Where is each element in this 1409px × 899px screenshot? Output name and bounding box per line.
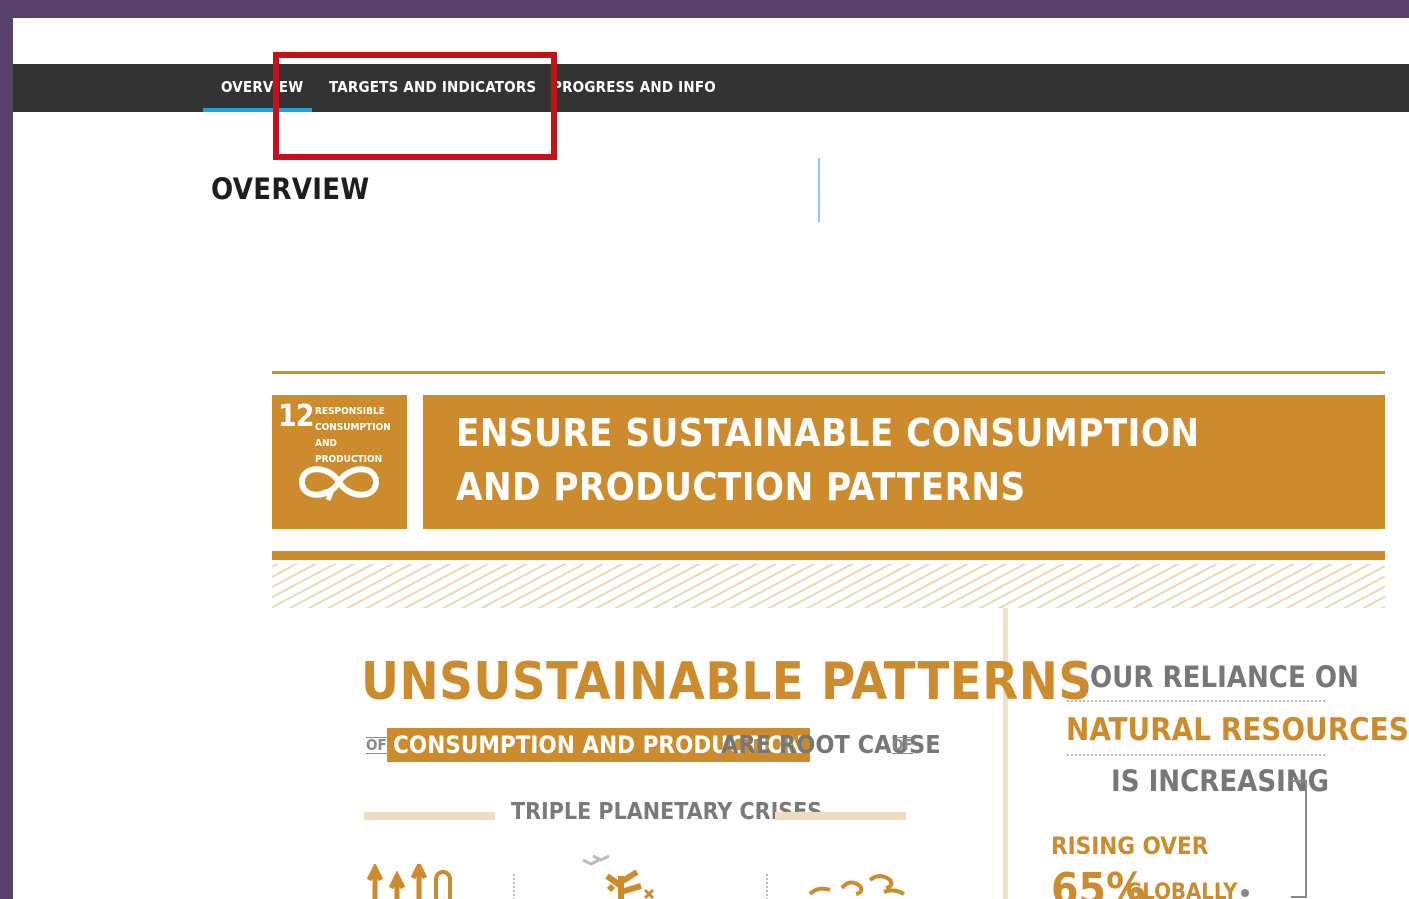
of-label: OF [892, 736, 913, 754]
nav-bar: OVERVIEW TARGETS AND INDICATORS PROGRESS… [13, 64, 1409, 112]
highlight-annotation-box [273, 52, 557, 160]
connector-bracket [1291, 780, 1307, 898]
sdg-name-line: CONSUMPTION [315, 422, 391, 433]
bottom-rule [272, 551, 1385, 560]
sdg-12-tile: 12 RESPONSIBLE CONSUMPTION AND PRODUCTIO… [272, 395, 407, 529]
goal-banner: ENSURE SUSTAINABLE CONSUMPTION AND PRODU… [423, 395, 1385, 529]
sdg-name-line: RESPONSIBLE [315, 406, 385, 417]
dying-tree-birds-icon [582, 854, 655, 899]
crises-bar-left [364, 812, 495, 820]
hatch-pattern [272, 564, 1385, 608]
natural-resources-label: NATURAL RESOURCES [1066, 712, 1409, 748]
infographic-heading: UNSUSTAINABLE PATTERNS [361, 652, 1093, 712]
temperature-rise-icon [367, 864, 452, 899]
vertical-divider [818, 158, 820, 222]
reliance-line1: OUR RELIANCE ON [1090, 660, 1359, 694]
icon-separator [766, 874, 768, 899]
connector-dot [1241, 889, 1249, 897]
globally-label: GLOBALLY [1126, 880, 1238, 899]
top-rule [272, 371, 1385, 374]
pollution-wind-icon [808, 874, 906, 896]
page-title: OVERVIEW [211, 172, 370, 206]
rising-over-label: RISING OVER [1051, 832, 1209, 860]
tab-progress-and-info[interactable]: PROGRESS AND INFO [552, 64, 716, 112]
page-canvas: OVERVIEW TARGETS AND INDICATORS PROGRESS… [13, 18, 1409, 899]
crises-bar-right [775, 812, 906, 820]
icon-separator [513, 874, 515, 899]
dotted-separator [1067, 700, 1325, 702]
infinity-arrow-icon [298, 466, 380, 501]
dotted-separator [1067, 754, 1325, 756]
sdg-number: 12 [278, 399, 315, 434]
of-label: OF [366, 736, 387, 754]
banner-line: ENSURE SUSTAINABLE CONSUMPTION [456, 411, 1200, 455]
banner-line: AND PRODUCTION PATTERNS [456, 465, 1026, 509]
